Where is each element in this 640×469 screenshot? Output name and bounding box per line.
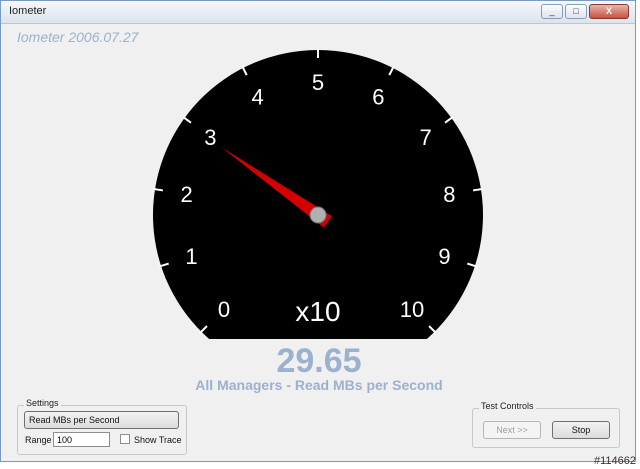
- gauge-tick-label-5: 5: [312, 70, 324, 95]
- range-label: Range: [25, 435, 52, 445]
- iometer-window: Iometer _ □ X Iometer 2006.07.27 0 1 2 3 4 5 6…: [0, 0, 636, 462]
- show-trace-label: Show Trace: [134, 435, 182, 445]
- gauge-tick-label-8: 8: [443, 182, 455, 207]
- gauge-multiplier: x10: [295, 296, 340, 327]
- title-bar[interactable]: Iometer _ □ X: [1, 1, 635, 24]
- window-controls: _ □ X: [541, 4, 629, 19]
- gauge-tick-label-1: 1: [185, 244, 197, 269]
- stop-button[interactable]: Stop: [552, 421, 610, 439]
- reading-description: All Managers - Read MBs per Second: [195, 377, 443, 393]
- gauge-tick-label-3: 3: [204, 125, 216, 150]
- minimize-button[interactable]: _: [541, 4, 563, 19]
- speedometer-gauge: 0 1 2 3 4 5 6 7 8 9 10 x10: [153, 49, 484, 340]
- version-label: Iometer 2006.07.27: [17, 29, 139, 45]
- gauge-tick-label-4: 4: [251, 84, 263, 109]
- window-title: Iometer: [9, 5, 47, 17]
- test-controls-group: Test Controls Next >> Stop: [472, 401, 620, 448]
- range-input[interactable]: [53, 432, 110, 447]
- test-controls-group-title: Test Controls: [479, 401, 536, 411]
- watermark-text: #114662: [593, 455, 636, 467]
- gauge-tick-label-9: 9: [438, 244, 450, 269]
- settings-group: Settings Read MBs per Second Range Show …: [17, 398, 187, 455]
- current-reading-value: 29.65: [276, 342, 362, 380]
- maximize-button[interactable]: □: [565, 4, 587, 19]
- metric-select-button[interactable]: Read MBs per Second: [24, 411, 179, 429]
- gauge-tick-label-2: 2: [181, 182, 193, 207]
- next-button[interactable]: Next >>: [483, 421, 541, 439]
- settings-group-title: Settings: [24, 398, 61, 408]
- gauge-tick-label-0: 0: [218, 297, 230, 322]
- close-button[interactable]: X: [589, 4, 629, 19]
- gauge-hub: [309, 206, 327, 224]
- gauge-tick-label-6: 6: [372, 84, 384, 109]
- gauge-tick-label-7: 7: [419, 125, 431, 150]
- show-trace-checkbox[interactable]: [120, 434, 130, 444]
- gauge-tick-label-10: 10: [400, 297, 424, 322]
